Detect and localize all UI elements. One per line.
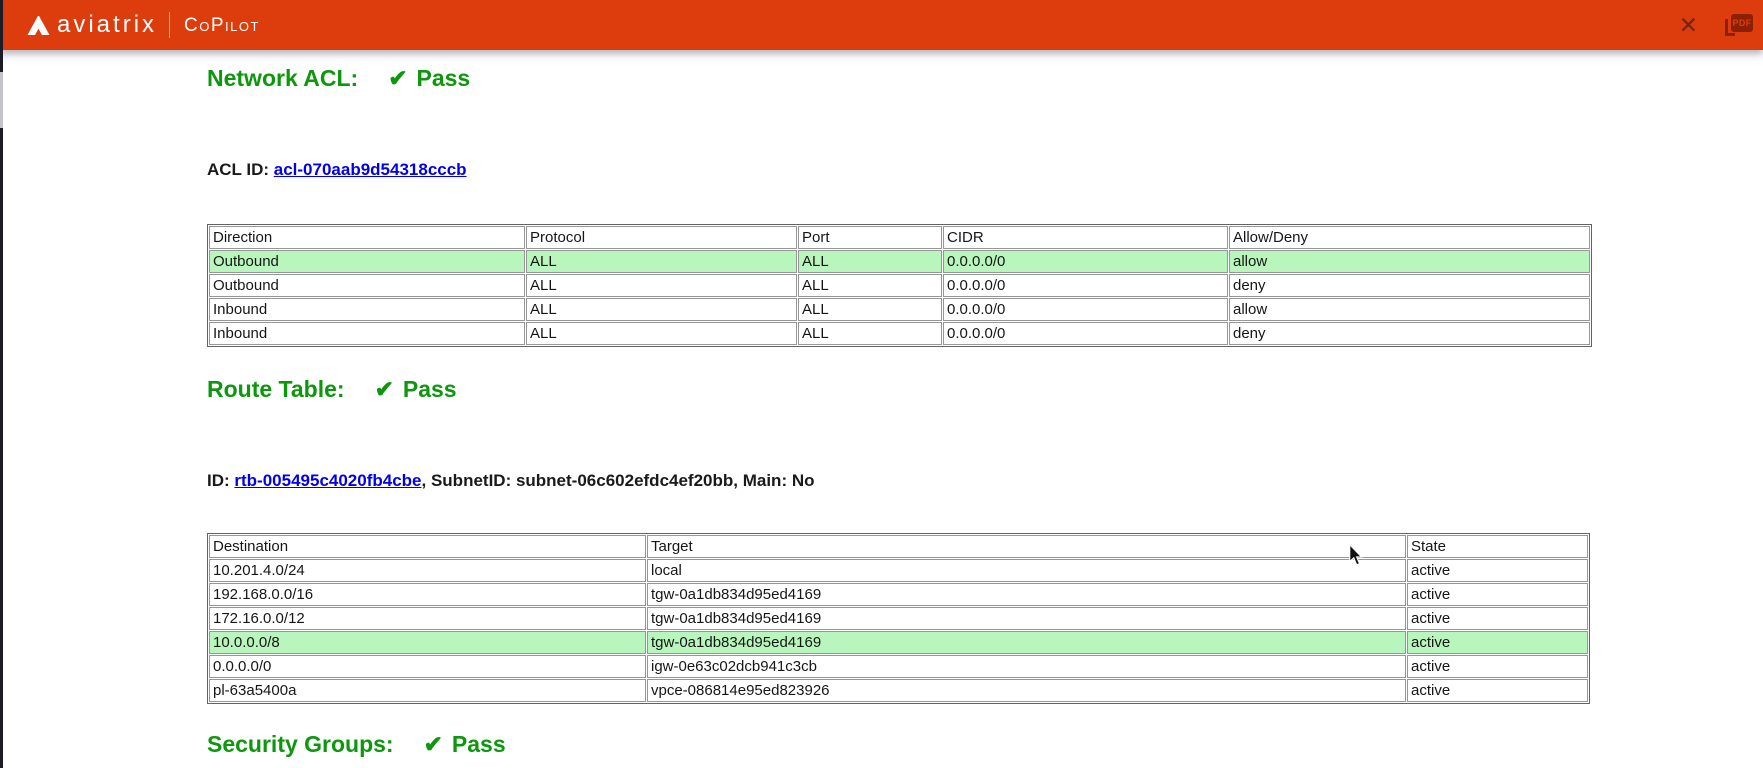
table-cell: ALL xyxy=(526,322,797,345)
column-header: CIDR xyxy=(943,226,1228,249)
scrollbar-thumb[interactable] xyxy=(0,72,3,128)
table-cell: 0.0.0.0/0 xyxy=(943,274,1228,297)
table-cell: Inbound xyxy=(209,322,525,345)
column-header: State xyxy=(1407,535,1588,558)
table-cell: local xyxy=(647,559,1406,582)
table-cell: allow xyxy=(1229,298,1590,321)
column-header: Target xyxy=(647,535,1406,558)
table-row: pl-63a5400a vpce-086814e95ed823926 activ… xyxy=(209,679,1588,702)
check-icon: ✔ xyxy=(388,65,407,91)
check-icon: ✔ xyxy=(375,376,394,402)
table-cell: 0.0.0.0/0 xyxy=(943,250,1228,273)
table-row: Outbound ALL ALL 0.0.0.0/0 deny xyxy=(209,274,1590,297)
column-header: Direction xyxy=(209,226,525,249)
table-cell: ALL xyxy=(798,274,942,297)
table-cell: Outbound xyxy=(209,250,525,273)
table-cell: active xyxy=(1407,559,1588,582)
table-cell: allow xyxy=(1229,250,1590,273)
table-row: Inbound ALL ALL 0.0.0.0/0 allow xyxy=(209,298,1590,321)
route-table-header-row: Destination Target State xyxy=(209,535,1588,558)
status-text: Pass xyxy=(452,731,506,757)
check-icon: ✔ xyxy=(424,731,443,757)
table-cell: pl-63a5400a xyxy=(209,679,646,702)
table-cell: 10.0.0.0/8 xyxy=(209,631,646,654)
column-header: Destination xyxy=(209,535,646,558)
route-table: Destination Target State 10.201.4.0/24 l… xyxy=(207,533,1590,704)
table-cell: active xyxy=(1407,583,1588,606)
table-cell: active xyxy=(1407,655,1588,678)
table-cell: 10.201.4.0/24 xyxy=(209,559,646,582)
column-header: Allow/Deny xyxy=(1229,226,1590,249)
table-cell: 0.0.0.0/0 xyxy=(943,322,1228,345)
acl-table-header-row: Direction Protocol Port CIDR Allow/Deny xyxy=(209,226,1590,249)
brand-divider xyxy=(169,12,170,38)
table-row: 192.168.0.0/16 tgw-0a1db834d95ed4169 act… xyxy=(209,583,1588,606)
brand-wordmark: aviatrix xyxy=(57,13,157,37)
table-row: Inbound ALL ALL 0.0.0.0/0 deny xyxy=(209,322,1590,345)
rtb-id-label: ID: xyxy=(207,471,234,490)
table-row: 10.201.4.0/24 local active xyxy=(209,559,1588,582)
acl-id-line: ACL ID: acl-070aab9d54318cccb xyxy=(207,160,467,180)
table-row: 172.16.0.0/12 tgw-0a1db834d95ed4169 acti… xyxy=(209,607,1588,630)
route-table-heading: Route Table: ✔ Pass xyxy=(207,376,457,403)
table-cell: ALL xyxy=(798,298,942,321)
copilot-header: aviatrix CoPilot ✕ PDF xyxy=(0,0,1763,50)
table-row: 0.0.0.0/0 igw-0e63c02dcb941c3cb active xyxy=(209,655,1588,678)
rtb-id-rest: , SubnetID: subnet-06c602efdc4ef20bb, Ma… xyxy=(422,471,815,490)
status-text: Pass xyxy=(403,376,457,402)
aviatrix-logo-icon xyxy=(27,16,50,35)
table-cell: deny xyxy=(1229,322,1590,345)
column-header: Port xyxy=(798,226,942,249)
table-cell: deny xyxy=(1229,274,1590,297)
table-cell: vpce-086814e95ed823926 xyxy=(647,679,1406,702)
table-cell: tgw-0a1db834d95ed4169 xyxy=(647,583,1406,606)
brand-logo: aviatrix CoPilot xyxy=(27,12,260,38)
section-title: Route Table: xyxy=(207,376,345,402)
pdf-icon: PDF xyxy=(1731,14,1753,32)
table-cell: ALL xyxy=(798,322,942,345)
table-cell: tgw-0a1db834d95ed4169 xyxy=(647,631,1406,654)
acl-id-link[interactable]: acl-070aab9d54318cccb xyxy=(274,160,467,179)
table-cell: igw-0e63c02dcb941c3cb xyxy=(647,655,1406,678)
table-cell: Inbound xyxy=(209,298,525,321)
acl-id-label: ACL ID: xyxy=(207,160,274,179)
table-cell: 172.16.0.0/12 xyxy=(209,607,646,630)
section-title: Security Groups: xyxy=(207,731,394,757)
table-cell: active xyxy=(1407,631,1588,654)
table-row: Outbound ALL ALL 0.0.0.0/0 allow xyxy=(209,250,1590,273)
table-cell: active xyxy=(1407,679,1588,702)
close-icon[interactable]: ✕ xyxy=(1673,12,1704,39)
route-table-id-line: ID: rtb-005495c4020fb4cbe, SubnetID: sub… xyxy=(207,471,814,491)
table-cell: 0.0.0.0/0 xyxy=(209,655,646,678)
table-cell: ALL xyxy=(526,298,797,321)
export-pdf-button[interactable]: PDF xyxy=(1722,10,1754,40)
copilot-report-modal: aviatrix CoPilot ✕ PDF Network ACL: ✔ Pass… xyxy=(0,0,1763,768)
product-name: CoPilot xyxy=(184,16,260,35)
table-cell: ALL xyxy=(798,250,942,273)
network-acl-heading: Network ACL: ✔ Pass xyxy=(207,65,470,92)
table-cell: Outbound xyxy=(209,274,525,297)
table-cell: 192.168.0.0/16 xyxy=(209,583,646,606)
security-groups-heading: Security Groups: ✔ Pass xyxy=(207,731,506,758)
acl-table: Direction Protocol Port CIDR Allow/Deny … xyxy=(207,224,1592,347)
column-header: Protocol xyxy=(526,226,797,249)
table-cell: active xyxy=(1407,607,1588,630)
section-title: Network ACL: xyxy=(207,65,358,91)
table-cell: tgw-0a1db834d95ed4169 xyxy=(647,607,1406,630)
table-cell: ALL xyxy=(526,274,797,297)
table-row: 10.0.0.0/8 tgw-0a1db834d95ed4169 active xyxy=(209,631,1588,654)
table-cell: ALL xyxy=(526,250,797,273)
header-actions: ✕ PDF xyxy=(1673,10,1754,40)
status-text: Pass xyxy=(417,65,471,91)
table-cell: 0.0.0.0/0 xyxy=(943,298,1228,321)
rtb-id-link[interactable]: rtb-005495c4020fb4cbe xyxy=(234,471,421,490)
